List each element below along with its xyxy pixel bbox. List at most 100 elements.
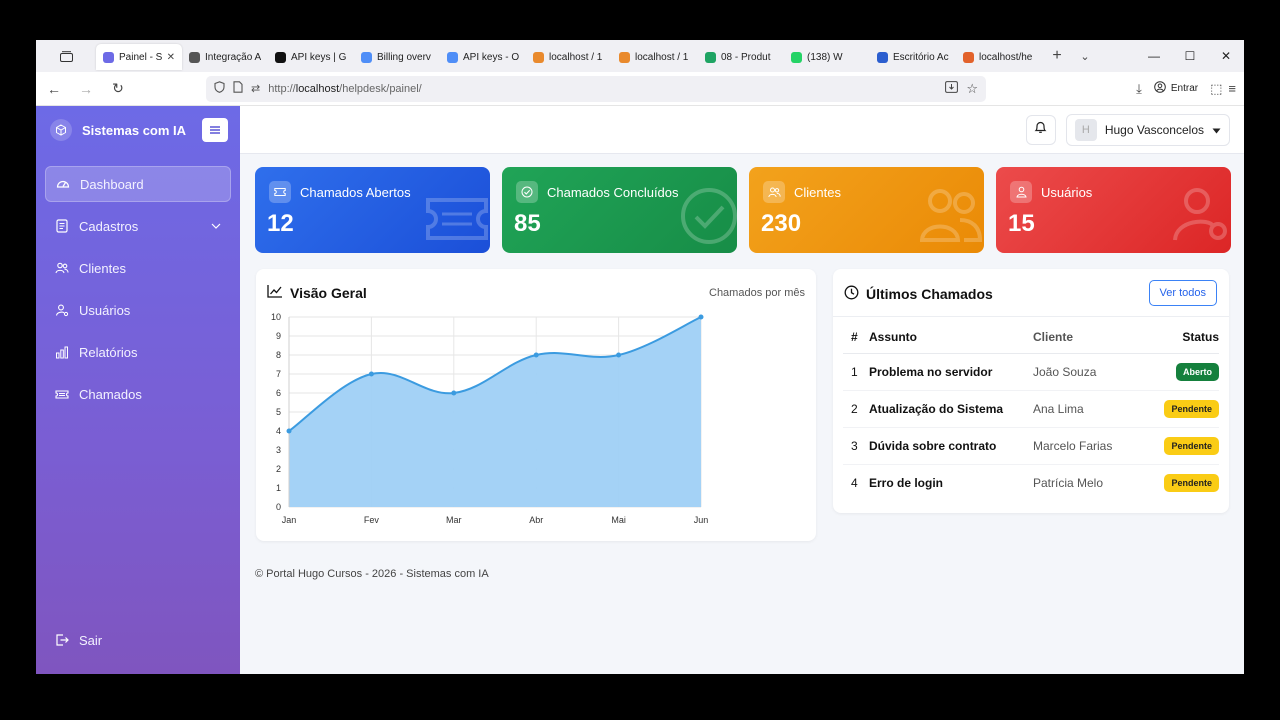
sidebar-item-chamados[interactable]: Chamados — [45, 376, 231, 412]
reader-mode-icon[interactable] — [945, 81, 959, 96]
notifications-button[interactable] — [1025, 114, 1056, 145]
sidebar-item-usuarios[interactable]: Usuários — [45, 292, 231, 328]
stat-cards: Chamados Abertos 12 Chamados Concluídos … — [255, 167, 1231, 253]
sidebar-item-label: Dashboard — [80, 176, 144, 192]
browser-tab[interactable]: (138) W — [784, 44, 870, 70]
browser-tab-label: API keys | G — [291, 51, 347, 63]
browser-tab[interactable]: API keys | G — [268, 44, 354, 70]
ticket-num: 4 — [851, 475, 858, 490]
avatar: H — [1074, 118, 1097, 141]
browser-window: Painel - S ✕ Integração A API keys | G Billi… — [36, 40, 1244, 674]
recent-tickets-table: # Assunto Cliente Status 1 Problema no s… — [843, 321, 1219, 501]
browser-tab[interactable]: Integração A — [182, 44, 268, 70]
maximize-icon[interactable]: ☐ — [1172, 40, 1208, 72]
table-row[interactable]: 4 Erro de login Patrícia Melo Pendente — [843, 464, 1219, 501]
ticket-subject: Erro de login — [869, 475, 944, 490]
browser-tab[interactable]: Billing overv — [354, 44, 440, 70]
ticket-subject: Problema no servidor — [869, 353, 1033, 391]
favicon-icon — [447, 51, 458, 63]
favicon-icon — [963, 51, 974, 63]
y-tick-label: 2 — [276, 464, 281, 474]
user-menu-button[interactable]: H Hugo Vasconcelos — [1065, 113, 1230, 146]
sidebar-item-dashboard[interactable]: Dashboard — [45, 166, 231, 202]
ticket-client: Patrícia Melo — [1033, 475, 1104, 490]
browser-tab-label: (138) W — [807, 51, 843, 63]
url-text[interactable]: http://localhost/helpdesk/painel/ — [268, 83, 937, 95]
ticket-watermark-icon — [426, 196, 488, 247]
browser-tab-label: 08 - Produt — [721, 51, 771, 63]
status-badge: Pendente — [1164, 399, 1219, 418]
account-icon — [1154, 81, 1166, 96]
browser-tab[interactable]: Escritório Ac — [870, 44, 956, 70]
menu-toggle-button[interactable] — [202, 118, 228, 142]
ticket-num: 2 — [843, 390, 869, 428]
browser-tab[interactable]: localhost / 1 — [612, 44, 698, 70]
overview-panel: Visão Geral Chamados por mês 0 1 2 3 4 5 6 7 8 9 1… — [256, 269, 816, 541]
browser-tab-bar: Painel - S ✕ Integração A API keys | G Billi… — [36, 40, 1244, 72]
favicon-icon — [275, 51, 286, 63]
people-icon — [55, 261, 69, 275]
card-open-tickets[interactable]: Chamados Abertos 12 — [255, 167, 490, 253]
y-tick-label: 6 — [276, 388, 281, 398]
person-gear-icon — [55, 303, 69, 317]
bell-icon — [1034, 120, 1047, 139]
browser-tab[interactable]: Painel - S ✕ — [96, 44, 182, 70]
favicon-icon — [705, 51, 716, 63]
view-all-button[interactable]: Ver todos — [1148, 280, 1217, 306]
reload-icon[interactable]: ↻ — [104, 75, 132, 103]
tab-manager-icon[interactable] — [36, 40, 96, 72]
table-row[interactable]: 2 Atualização do Sistema Ana Lima Penden… — [843, 390, 1219, 428]
tab-list-chevron-icon[interactable]: ⌄ — [1072, 50, 1098, 63]
tickets-per-month-chart: 0 1 2 3 4 5 6 7 8 9 10 Jan Fev Mar Abr Mai Jun — [271, 312, 708, 525]
x-tick-label: Fev — [364, 515, 380, 525]
card-label: Chamados Concluídos — [547, 184, 679, 200]
back-arrow-icon[interactable]: ← — [40, 75, 68, 103]
favicon-icon — [103, 51, 114, 63]
bookmark-star-icon[interactable]: ☆ — [966, 81, 978, 97]
forward-arrow-icon[interactable]: → — [72, 75, 100, 103]
card-label: Clientes — [794, 184, 841, 200]
browser-tab[interactable]: localhost / 1 — [526, 44, 612, 70]
ticket-icon — [269, 181, 291, 203]
downloads-icon[interactable]: ⤓ — [1136, 81, 1142, 97]
person-gear-watermark-icon — [1173, 186, 1229, 247]
card-clients[interactable]: Clientes 230 — [749, 167, 984, 253]
table-row[interactable]: 3 Dúvida sobre contrato Marcelo Farias P… — [843, 427, 1219, 465]
browser-tab[interactable]: API keys - O — [440, 44, 526, 70]
sidebar-item-clientes[interactable]: Clientes — [45, 250, 231, 286]
minimize-icon[interactable]: — — [1136, 40, 1172, 72]
sidebar: Sistemas com IA Dashboard Cadastros Clie… — [36, 106, 240, 674]
y-tick-label: 0 — [276, 502, 281, 512]
y-tick-label: 8 — [276, 350, 281, 360]
sidebar-nav: Dashboard Cadastros Clientes Usuários Re… — [36, 154, 240, 430]
shield-icon — [214, 81, 225, 96]
extensions-icon[interactable]: ⬚ — [1210, 81, 1222, 97]
card-label: Chamados Abertos — [300, 184, 411, 200]
sidebar-item-relatorios[interactable]: Relatórios — [45, 334, 231, 370]
overview-title: Visão Geral — [290, 284, 367, 301]
card-users[interactable]: Usuários 15 — [996, 167, 1231, 253]
y-tick-label: 10 — [271, 312, 281, 322]
sidebar-item-cadastros[interactable]: Cadastros — [45, 208, 231, 244]
data-point — [286, 428, 292, 434]
close-window-icon[interactable]: ✕ — [1208, 40, 1244, 72]
favicon-icon — [533, 51, 544, 63]
favicon-icon — [619, 51, 630, 63]
data-point — [616, 352, 622, 358]
check-circle-icon — [516, 181, 538, 203]
ticket-client: Ana Lima — [1033, 390, 1143, 428]
card-closed-tickets[interactable]: Chamados Concluídos 85 — [502, 167, 737, 253]
url-bar[interactable]: ⇄ http://localhost/helpdesk/painel/ ☆ — [206, 75, 986, 102]
app-menu-icon[interactable]: ≡ — [1228, 81, 1236, 96]
chevron-down-icon — [211, 221, 221, 232]
close-tab-icon[interactable]: ✕ — [167, 52, 175, 63]
footer: © Portal Hugo Cursos - 2026 - Sistemas c… — [255, 568, 489, 580]
logout-button[interactable]: Sair — [45, 622, 112, 658]
table-row[interactable]: 1 Problema no servidor João Souza Aberto — [843, 353, 1219, 391]
new-tab-icon[interactable]: + — [1042, 47, 1072, 65]
browser-tab[interactable]: localhost/he — [956, 44, 1042, 70]
sign-in-button[interactable]: Entrar — [1148, 77, 1204, 100]
sidebar-item-label: Chamados — [79, 386, 142, 402]
bar-chart-icon — [55, 345, 69, 359]
browser-tab[interactable]: 08 - Produt — [698, 44, 784, 70]
